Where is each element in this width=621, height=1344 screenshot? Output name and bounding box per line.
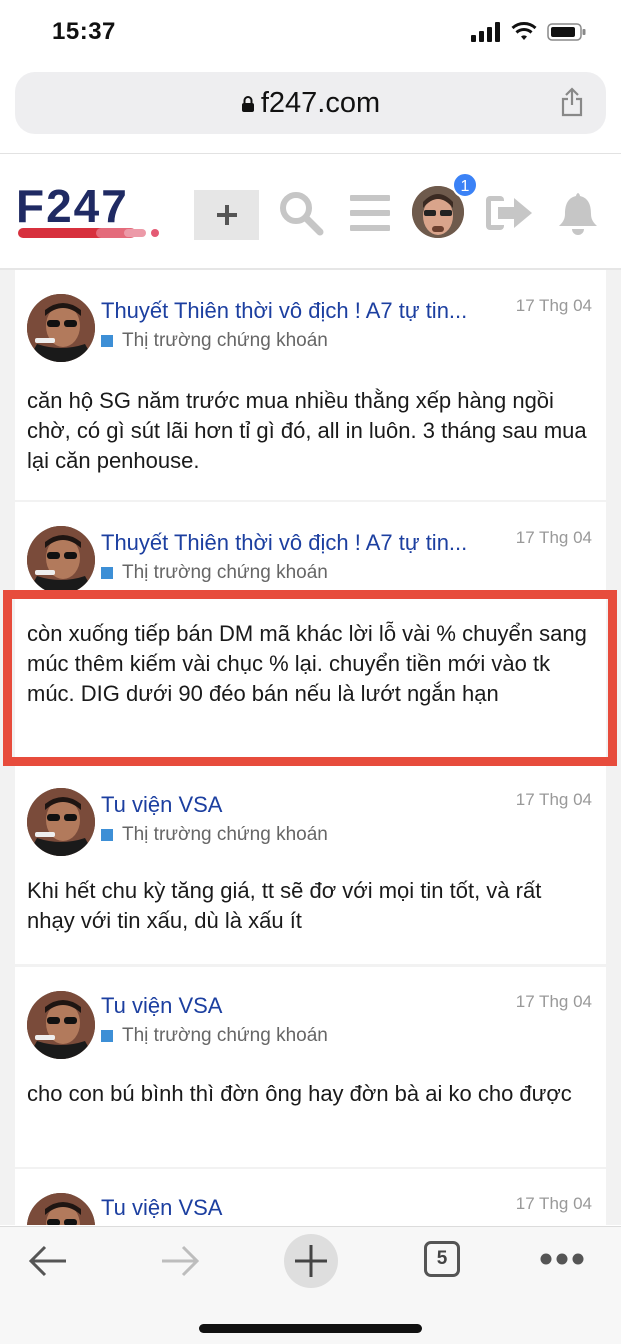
post-card[interactable]: Tu viện VSA 17 Thg 04 <box>15 1169 606 1225</box>
back-arrow-icon[interactable] <box>28 1243 68 1279</box>
avatar-image <box>27 1193 95 1225</box>
post-title-link[interactable]: Thuyết Thiên thời vô địch ! A7 tự tin... <box>101 530 521 556</box>
status-icons <box>471 22 587 42</box>
post-card[interactable]: Thuyết Thiên thời vô địch ! A7 tự tin...… <box>15 270 606 500</box>
share-icon[interactable] <box>560 87 584 117</box>
tab-switcher-button[interactable]: 5 <box>424 1241 460 1277</box>
category-color-badge <box>101 335 113 347</box>
post-category[interactable]: Thị trường chứng khoán <box>101 330 328 352</box>
logo-text: F247 <box>16 186 129 232</box>
category-color-badge <box>101 829 113 841</box>
post-category-label: Thị trường chứng khoán <box>122 1025 328 1046</box>
divider <box>0 153 621 154</box>
post-title-link[interactable]: Tu viện VSA <box>101 993 501 1019</box>
category-color-badge <box>101 567 113 579</box>
category-color-badge <box>101 1030 113 1042</box>
author-avatar[interactable] <box>27 991 95 1059</box>
forward-arrow-icon[interactable] <box>160 1243 200 1279</box>
post-title-link[interactable]: Tu viện VSA <box>101 1195 501 1221</box>
new-tab-plus-icon[interactable] <box>283 1233 339 1289</box>
status-time: 15:37 <box>52 18 116 45</box>
menu-icon[interactable] <box>350 195 392 231</box>
logout-icon[interactable] <box>486 194 532 232</box>
search-icon[interactable] <box>278 190 324 236</box>
url-text: f247.com <box>260 87 381 119</box>
post-date: 17 Thg 04 <box>515 296 592 315</box>
post-category-label: Thị trường chứng khoán <box>122 824 328 845</box>
post-body: căn hộ SG năm trước mua nhiều thằng xếp … <box>27 388 587 473</box>
author-avatar[interactable] <box>27 294 95 362</box>
author-avatar[interactable] <box>27 1193 95 1225</box>
status-bar: 15:37 <box>0 0 621 68</box>
post-feed[interactable]: Thuyết Thiên thời vô địch ! A7 tự tin...… <box>0 270 621 1225</box>
url-display[interactable]: f247.com <box>15 87 606 120</box>
avatar-image <box>27 788 95 856</box>
lock-icon <box>241 96 254 113</box>
post-date: 17 Thg 04 <box>515 1194 592 1213</box>
post-title-link[interactable]: Thuyết Thiên thời vô địch ! A7 tự tin... <box>101 298 521 324</box>
notification-count-badge: 1 <box>452 172 478 198</box>
post-category[interactable]: Thị trường chứng khoán <box>101 562 328 584</box>
home-indicator[interactable] <box>199 1324 422 1333</box>
post-category[interactable]: Thị trường chứng khoán <box>101 1025 328 1047</box>
post-body: cho con bú bình thì đờn ông hay đờn bà a… <box>27 1081 572 1106</box>
post-title-link[interactable]: Tu viện VSA <box>101 792 501 818</box>
author-avatar[interactable] <box>27 788 95 856</box>
logo-graphic: F247 <box>16 180 159 238</box>
post-date: 17 Thg 04 <box>515 992 592 1011</box>
post-card[interactable]: Thuyết Thiên thời vô địch ! A7 tự tin...… <box>15 502 606 762</box>
post-body: còn xuống tiếp bán DM mã khác lời lỗ vài… <box>27 621 587 706</box>
f247-logo[interactable]: F247 <box>16 180 196 247</box>
battery-icon <box>547 23 586 41</box>
post-date: 17 Thg 04 <box>515 790 592 809</box>
avatar-image <box>27 991 95 1059</box>
avatar-image <box>27 526 95 594</box>
more-options-icon[interactable] <box>540 1252 584 1266</box>
signal-icon <box>471 22 500 42</box>
post-category-label: Thị trường chứng khoán <box>122 562 328 583</box>
post-category[interactable]: Thị trường chứng khoán <box>101 824 328 846</box>
post-card[interactable]: Tu viện VSA 17 Thg 04 Thị trường chứng k… <box>15 967 606 1167</box>
new-topic-button[interactable] <box>194 190 259 245</box>
post-category-label: Thị trường chứng khoán <box>122 330 328 351</box>
address-bar[interactable]: f247.com <box>15 72 606 134</box>
post-date: 17 Thg 04 <box>515 528 592 547</box>
notifications-bell-icon[interactable] <box>558 190 598 236</box>
author-avatar[interactable] <box>27 526 95 594</box>
avatar-image <box>27 294 95 362</box>
post-card[interactable]: Tu viện VSA 17 Thg 04 Thị trường chứng k… <box>15 764 606 964</box>
wifi-icon <box>511 22 537 40</box>
post-body: Khi hết chu kỳ tăng giá, tt sẽ đơ với mọ… <box>27 878 542 933</box>
plus-icon <box>194 190 259 240</box>
